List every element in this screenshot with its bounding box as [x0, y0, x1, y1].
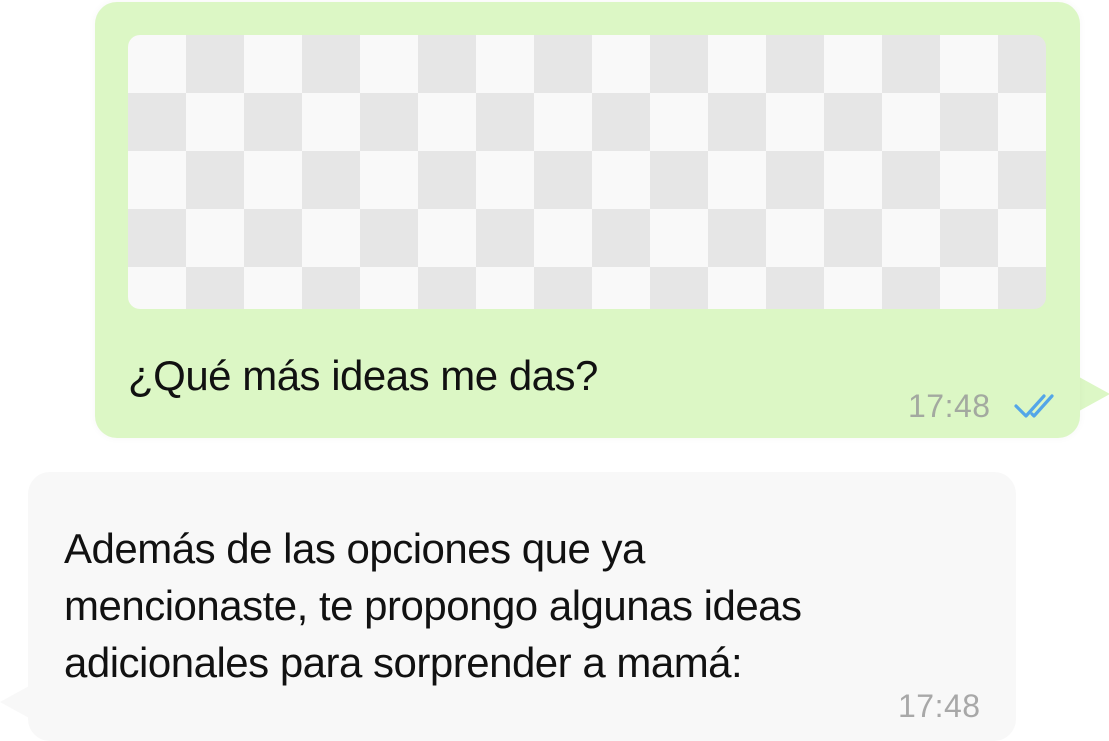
received-message-line: adicionales para sorprender a mamá:: [64, 639, 743, 686]
received-message-time: 17:48: [898, 688, 981, 724]
sent-message-text: ¿Qué más ideas me das?: [128, 352, 598, 399]
chat-view: ¿Qué más ideas me das? 17:48 Además de l…: [0, 0, 1109, 741]
double-check-read-icon: [1014, 394, 1054, 418]
received-message-line: mencionaste, te propongo algunas ideas: [64, 582, 802, 629]
received-message-line: Además de las opciones que ya: [64, 525, 645, 572]
image-attachment[interactable]: [128, 35, 1046, 309]
sent-message-time: 17:48: [908, 388, 991, 424]
received-message-text: Además de las opciones que ya mencionast…: [64, 520, 964, 691]
